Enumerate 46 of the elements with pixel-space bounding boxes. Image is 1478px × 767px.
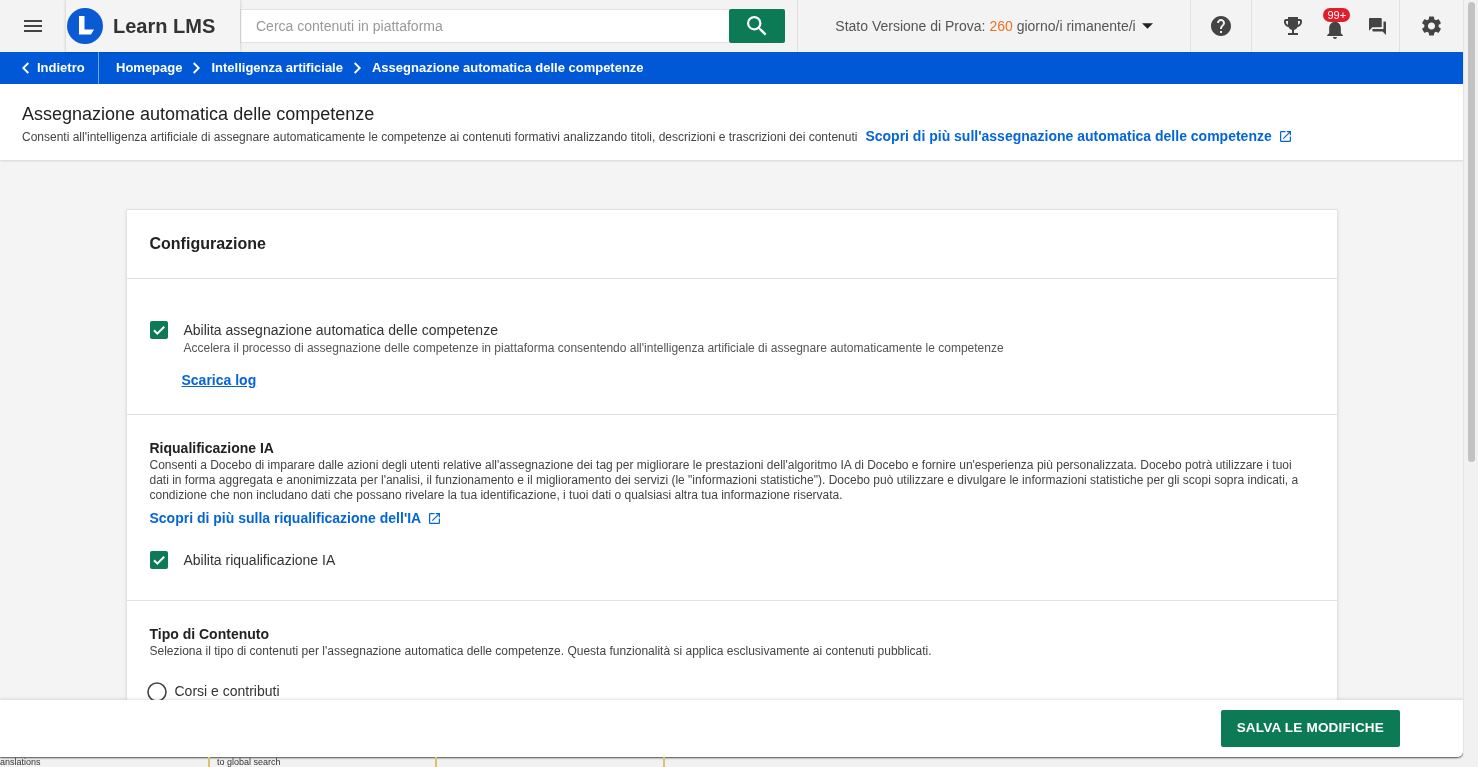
section-description: Consenti a Docebo di imparare dalle azioni degli utenti relative all'assegnazione dei tag per migliorare le prestazioni dell'algoritmo IA di Docebo e fornire un'esperienza più personalizzata. Docebo potrà utilizzare i tuoi dati in forma aggregata e anonimizzata per l'analisi, il funzionamento e il miglioramento dei servizi (le "informazioni statistiche"). Docebo può utilizzare e divulgare le informazioni statistiche per gli scopi sopra indicati, a condizione che non includano dati che possano rivelare la tua identificazione, i tuoi dati o qualsiasi altra tua informazione riservata.: [149, 458, 1300, 503]
checkbox[interactable]: [149, 321, 168, 339]
notifications-button[interactable]: 99+: [1314, 6, 1357, 46]
checkbox-description: Accelera il processo di assegnazione delle competenze in piattaforma consentendo all'intelligenza artificiale di assegnare automaticamente le competenze: [183, 340, 1004, 356]
chevron-right-icon: [353, 62, 361, 74]
breadcrumb-current: Assegnazione automatica delle competenze: [371, 59, 644, 78]
search-button[interactable]: [729, 9, 785, 43]
page-description: Consenti all'intelligenza artificiale di assegnare automaticamente le competenze ai contenuti formativi analizzando titoli, descrizioni e trascrizioni dei contenuti: [22, 128, 858, 146]
settings-icon: [1422, 16, 1441, 36]
background-text: anslations: [0, 757, 41, 767]
section-description: Seleziona il tipo di contenuti per l'assegnazione automatica delle competenze. Questa funzionalità si applica esclusivamente ai contenuti pubblicati.: [149, 644, 933, 659]
home-link[interactable]: Learn LMS: [66, 0, 240, 52]
save-button[interactable]: SALVA LE MODIFICHE: [1220, 710, 1400, 747]
external-link-icon: [1279, 131, 1291, 142]
settings-button[interactable]: [1422, 16, 1441, 36]
help-button[interactable]: [1211, 16, 1231, 36]
trial-status-dropdown[interactable]: Stato Versione di Prova: 260 giorno/i rimanente/i: [829, 14, 1159, 38]
search-icon: [747, 16, 767, 36]
trophy-icon: [1284, 17, 1303, 35]
caret-down-icon: [1141, 23, 1153, 29]
checkbox-label: Abilita riqualificazione IA: [183, 551, 336, 570]
card-title: Configurazione: [148, 234, 267, 254]
logo-icon: [67, 8, 103, 44]
page-title: Assegnazione automatica delle competenze: [22, 103, 376, 126]
section-title: Riqualificazione IA: [149, 439, 275, 457]
breadcrumb-link[interactable]: Homepage: [116, 58, 183, 78]
chevron-left-icon: [22, 62, 29, 74]
radio-button[interactable]: [146, 681, 167, 700]
radio-label: Corsi e contributi: [174, 682, 280, 700]
notification-count: 99+: [1323, 8, 1351, 22]
breadcrumb-link[interactable]: Intelligenza artificiale: [211, 58, 343, 78]
menu-icon: [24, 20, 42, 32]
external-link-icon: [429, 513, 441, 524]
learn-more-link[interactable]: Scopri di più sull'assegnazione automatica delle competenze: [865, 126, 1291, 147]
help-icon: [1211, 16, 1231, 36]
checkbox[interactable]: [149, 551, 168, 569]
checkbox-label: Abilita assegnazione automatica delle competenze: [183, 321, 498, 340]
chat-icon: [1369, 17, 1387, 35]
learn-more-link[interactable]: Scopri di più sulla riqualificazione dell'IA: [149, 508, 441, 529]
chevron-right-icon: [193, 62, 201, 74]
bell-icon: [1327, 19, 1344, 39]
scrollbar-thumb[interactable]: [1467, 2, 1475, 462]
search-field[interactable]: Cerca contenuti in piattaforma: [240, 9, 729, 43]
section-title: Tipo di Contenuto: [149, 625, 270, 643]
background-text: to global search: [217, 757, 281, 767]
download-log-link[interactable]: Scarica log: [181, 370, 257, 391]
